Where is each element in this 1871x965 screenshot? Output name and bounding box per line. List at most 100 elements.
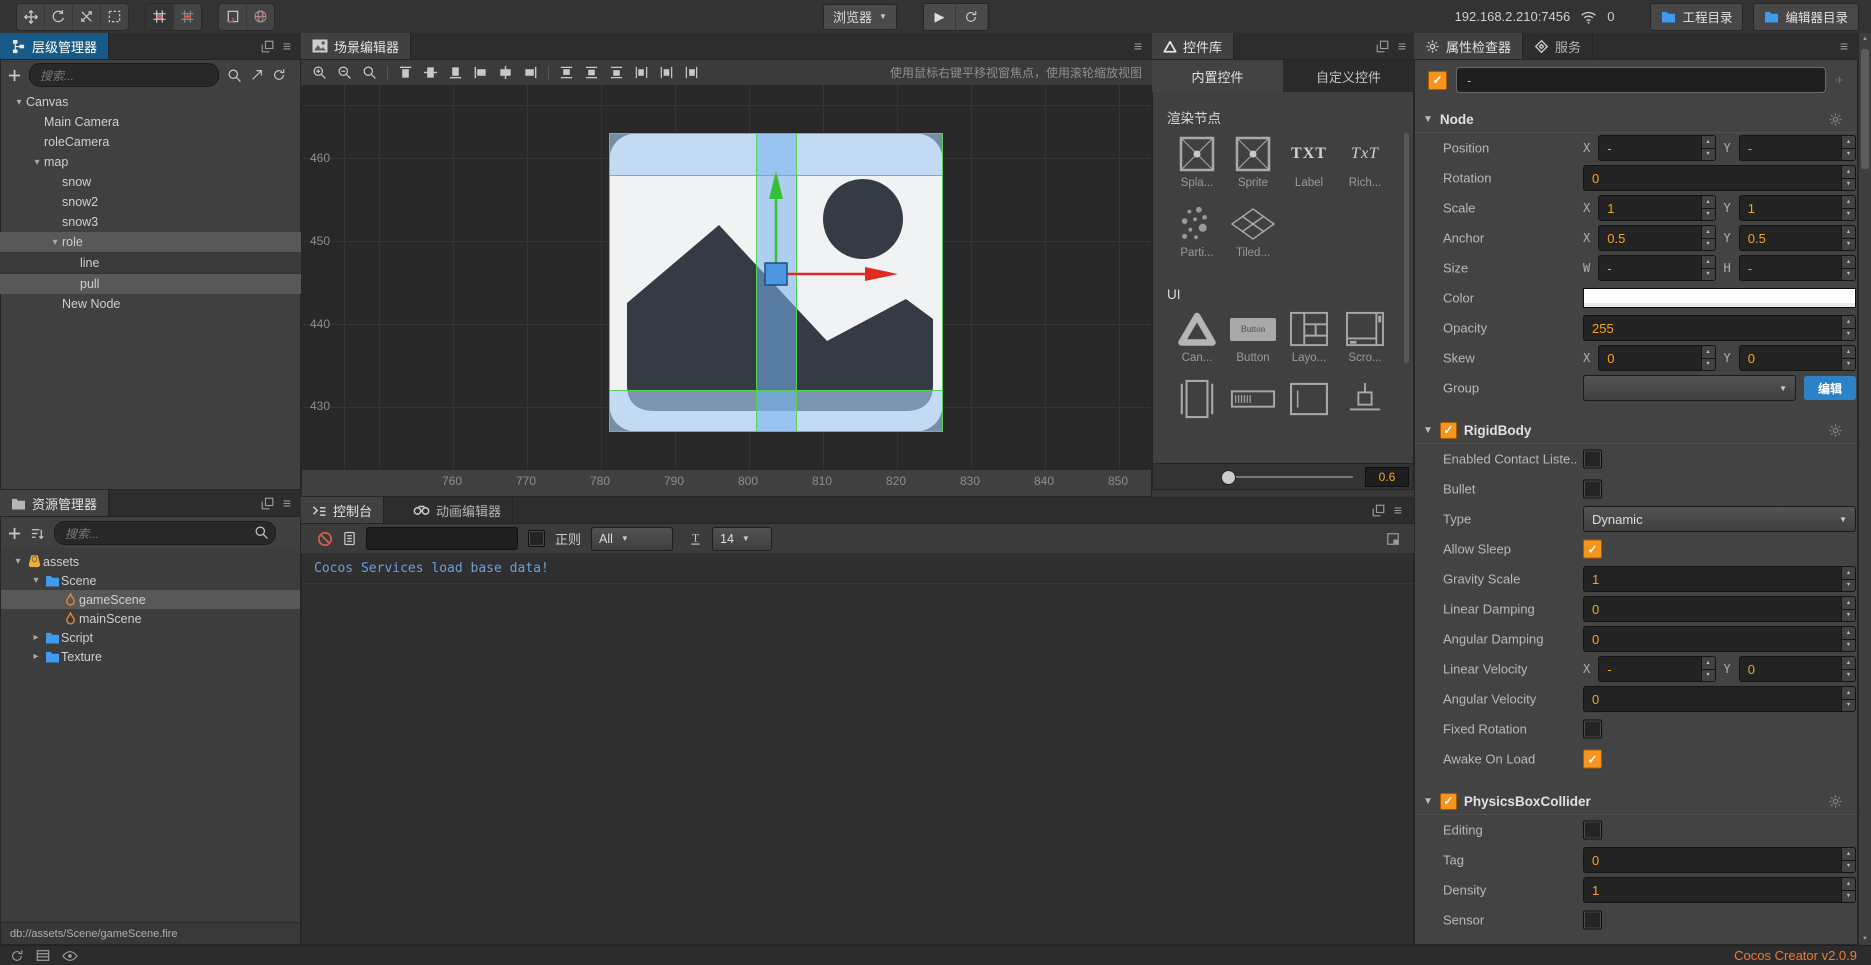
value-stepper[interactable]: ▲ ▼: [1841, 346, 1855, 370]
section-header-physicsboxcollider[interactable]: ▼ ✓ PhysicsBoxCollider: [1415, 788, 1857, 815]
value-stepper[interactable]: ▲ ▼: [1841, 657, 1855, 681]
tab-assets[interactable]: 资源管理器: [0, 490, 110, 516]
dcen-button[interactable]: [654, 62, 679, 84]
checkbox[interactable]: ✓: [1583, 749, 1602, 769]
dbot-button[interactable]: [604, 62, 629, 84]
magminus-button[interactable]: [332, 62, 357, 84]
widget-item-tiled[interactable]: Tiled...: [1225, 201, 1281, 265]
tab-scene-editor[interactable]: 场景编辑器: [301, 33, 412, 59]
preview-target-dropdown[interactable]: 浏览器 ▼: [823, 3, 897, 30]
clear-log-button[interactable]: [317, 531, 333, 547]
rotate-tool-button[interactable]: [45, 3, 73, 30]
section-settings-icon[interactable]: [1828, 423, 1843, 438]
cornertool-tool-button[interactable]: [219, 3, 247, 30]
number-field[interactable]: 0 ▲ ▼: [1583, 596, 1856, 622]
pivot1-tool-button[interactable]: [146, 3, 174, 30]
tab-services[interactable]: 服务: [1523, 33, 1594, 59]
panel-menu-icon[interactable]: ≡: [1398, 38, 1406, 54]
edit-group-button[interactable]: 编辑: [1804, 376, 1856, 400]
alleft-button[interactable]: [468, 62, 493, 84]
color-swatch[interactable]: [1583, 288, 1856, 308]
widget-item-layo[interactable]: Layo...: [1281, 306, 1337, 370]
checkbox[interactable]: [1583, 719, 1602, 739]
widget-item-spla[interactable]: Spla...: [1169, 131, 1225, 195]
checkbox[interactable]: [1583, 820, 1602, 840]
hierarchy-node-canvas[interactable]: ▾ Canvas: [0, 92, 301, 112]
library-subtab-builtin[interactable]: 内置控件: [1152, 60, 1283, 92]
number-field-x[interactable]: 0 ▲ ▼: [1598, 345, 1716, 371]
widget-item-editbox[interactable]: [1281, 376, 1337, 422]
library-scrollbar[interactable]: [1404, 133, 1409, 363]
tab-animation-editor[interactable]: 动画编辑器: [402, 497, 514, 523]
tab-inspector[interactable]: 属性检查器: [1414, 33, 1524, 59]
magnifier-button[interactable]: [357, 62, 382, 84]
tab-widget-library[interactable]: 控件库: [1152, 33, 1235, 59]
create-node-button[interactable]: [8, 69, 21, 82]
library-subtab-custom[interactable]: 自定义控件: [1283, 60, 1414, 92]
open-editor-dir-button[interactable]: 编辑器目录: [1753, 2, 1859, 31]
hierarchy-node-main-camera[interactable]: Main Camera: [0, 112, 301, 132]
number-field[interactable]: 0 ▲ ▼: [1583, 847, 1856, 873]
widget-item-parti[interactable]: Parti...: [1169, 201, 1225, 265]
add-icon[interactable]: +: [1835, 72, 1844, 89]
caret-icon[interactable]: ▼: [1423, 114, 1433, 125]
open-project-dir-button[interactable]: 工程目录: [1650, 2, 1744, 31]
pivot2-tool-button[interactable]: [174, 4, 201, 30]
hierarchy-node-new-node[interactable]: New Node: [0, 294, 301, 314]
widget-item-sprite[interactable]: Sprite: [1225, 131, 1281, 195]
number-field[interactable]: 1 ▲ ▼: [1583, 566, 1856, 592]
value-stepper[interactable]: ▲ ▼: [1841, 567, 1855, 591]
value-stepper[interactable]: ▲ ▼: [1700, 657, 1715, 681]
value-stepper[interactable]: ▲ ▼: [1700, 226, 1715, 250]
node-name-field[interactable]: -: [1456, 67, 1827, 93]
search-icon[interactable]: [227, 68, 242, 83]
albot-button[interactable]: [443, 62, 468, 84]
checkbox[interactable]: [1583, 479, 1602, 499]
font-size-select[interactable]: 14 ▼: [712, 526, 773, 551]
magplus-button[interactable]: [307, 62, 332, 84]
float-panel-icon[interactable]: [1376, 40, 1389, 53]
asset-node-script[interactable]: ▸ Script: [1, 628, 300, 647]
value-stepper[interactable]: ▲ ▼: [1841, 597, 1855, 621]
number-field-y[interactable]: - ▲ ▼: [1738, 135, 1856, 161]
node-active-checkbox[interactable]: ✓: [1428, 70, 1447, 90]
widget-item-progressbar[interactable]: [1225, 376, 1281, 422]
alcen-button[interactable]: [493, 62, 518, 84]
play-button[interactable]: ▶: [924, 3, 956, 30]
scroll-down-icon[interactable]: ▼: [1862, 936, 1868, 942]
hierarchy-search-input[interactable]: 搜索...: [29, 63, 219, 87]
caret-icon[interactable]: ▾: [29, 575, 43, 586]
checkbox[interactable]: [1583, 449, 1602, 469]
panel-menu-icon[interactable]: ≡: [283, 495, 291, 511]
value-stepper[interactable]: ▲ ▼: [1841, 136, 1855, 160]
scrollbar-thumb[interactable]: [1861, 49, 1869, 169]
locate-node-icon[interactable]: [250, 68, 264, 82]
widget-item-sliderw[interactable]: [1337, 376, 1393, 422]
zoom-slider-knob[interactable]: [1221, 469, 1236, 485]
number-field-h[interactable]: - ▲ ▼: [1738, 255, 1856, 281]
dtop-button[interactable]: [554, 62, 579, 84]
hierarchy-node-line[interactable]: line: [0, 252, 301, 274]
hierarchy-node-snow[interactable]: snow: [0, 172, 301, 192]
caret-icon[interactable]: ▼: [1423, 425, 1433, 436]
dmid-button[interactable]: [579, 62, 604, 84]
caret-icon[interactable]: ▸: [29, 632, 43, 643]
value-stepper[interactable]: ▲ ▼: [1841, 196, 1855, 220]
value-stepper[interactable]: ▲ ▼: [1700, 196, 1715, 220]
number-field-x[interactable]: 1 ▲ ▼: [1598, 195, 1716, 221]
dright-button[interactable]: [679, 62, 704, 84]
value-stepper[interactable]: ▲ ▼: [1841, 878, 1855, 902]
selected-sprite-node[interactable]: [609, 133, 943, 437]
number-field[interactable]: 0 ▲ ▼: [1583, 686, 1856, 712]
asset-node-texture[interactable]: ▸ Texture: [1, 647, 300, 666]
panel-menu-icon[interactable]: ≡: [1840, 38, 1848, 54]
number-field[interactable]: 255 ▲ ▼: [1583, 315, 1856, 341]
checkbox[interactable]: ✓: [1583, 539, 1602, 559]
float-panel-icon[interactable]: [261, 497, 274, 510]
move-tool-button[interactable]: [17, 3, 45, 30]
number-field-w[interactable]: - ▲ ▼: [1598, 255, 1716, 281]
number-field-x[interactable]: - ▲ ▼: [1598, 135, 1716, 161]
hierarchy-node-pull[interactable]: pull: [0, 274, 301, 294]
hierarchy-node-role[interactable]: ▾ role: [0, 232, 301, 252]
number-field-x[interactable]: 0.5 ▲ ▼: [1598, 225, 1716, 251]
